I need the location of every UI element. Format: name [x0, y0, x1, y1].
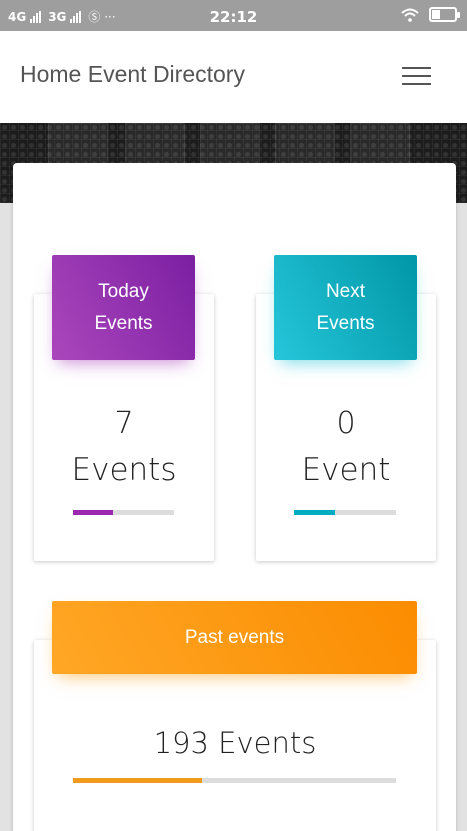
status-bar: 4G 3G Ⓢ ··· 22:12 [0, 0, 467, 31]
wifi-icon [401, 8, 419, 22]
hamburger-menu-icon[interactable] [402, 67, 432, 89]
next-events-header-line2: Events [316, 312, 375, 334]
status-right [401, 7, 460, 22]
past-events-header[interactable]: Past events [52, 601, 417, 674]
today-events-header[interactable]: Today Events [52, 255, 195, 360]
past-events-progress [73, 778, 396, 783]
status-time: 22:12 [209, 8, 258, 26]
today-events-header-line1: Today [98, 280, 149, 302]
next-events-unit: Event [301, 452, 391, 488]
next-events-progress [294, 510, 396, 515]
past-events-progress-fill [73, 778, 203, 783]
next-events-header[interactable]: Next Events [274, 255, 417, 360]
next-events-count: 0 [336, 406, 356, 441]
past-events-count: 193 Events [153, 726, 317, 760]
next-events-header-line1: Next [325, 280, 366, 302]
app-bar: Home Event Directory [0, 31, 467, 123]
today-events-unit: Events [71, 452, 177, 488]
today-events-progress-fill [73, 510, 114, 515]
battery-icon [429, 7, 460, 22]
today-events-count: 7 [114, 406, 134, 441]
today-events-progress [73, 510, 174, 515]
next-events-progress-fill [294, 510, 335, 515]
today-events-header-line2: Events [94, 312, 153, 334]
past-events-header-label: Past events [184, 626, 285, 648]
app-title: Home Event Directory [20, 61, 245, 87]
screen: 4G 3G Ⓢ ··· 22:12 Home Event Directory 7… [0, 0, 467, 831]
